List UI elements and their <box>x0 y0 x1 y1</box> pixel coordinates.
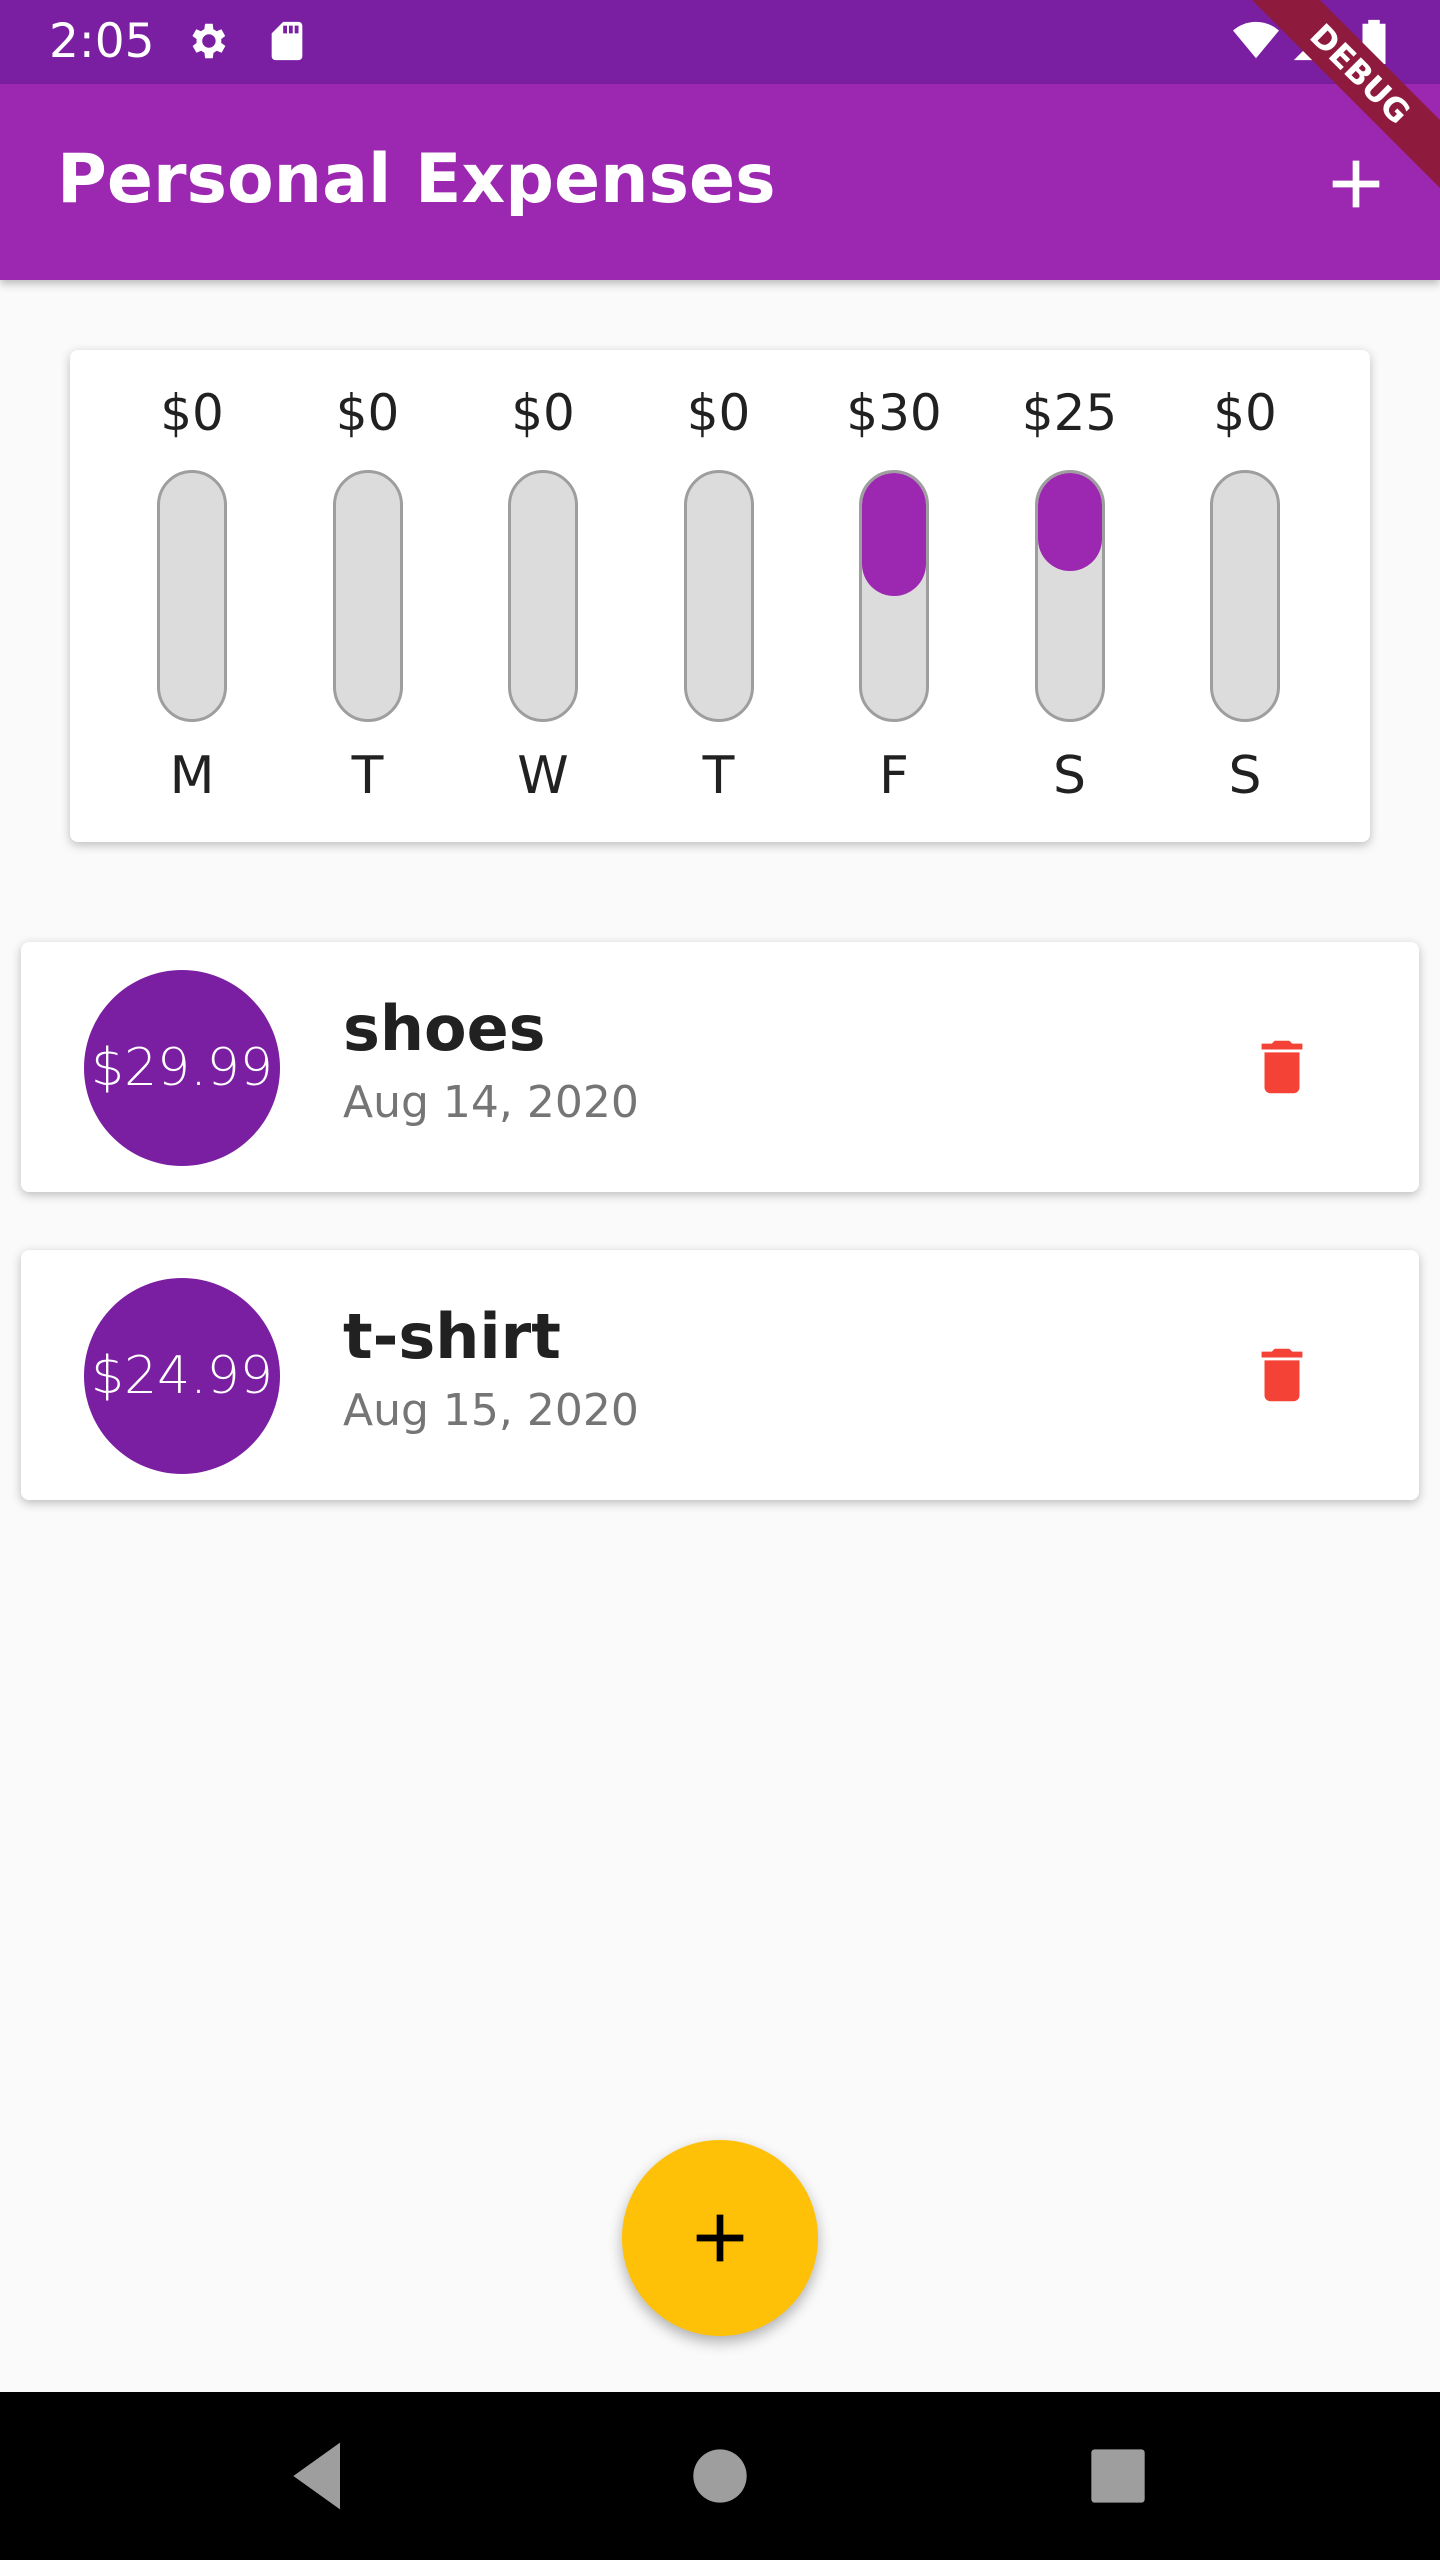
home-icon[interactable] <box>680 2436 760 2516</box>
plus-icon <box>696 2214 744 2262</box>
sd-card-icon <box>271 21 303 61</box>
amount-avatar: $24.99 <box>84 1278 280 1474</box>
bar-day-label: S <box>1052 746 1086 806</box>
bar-amount-label: $0 <box>1213 384 1277 442</box>
bar-amount-label: $0 <box>686 384 751 442</box>
bar-track <box>683 470 754 722</box>
battery-icon <box>1362 19 1386 64</box>
bar-day-label: S <box>1228 746 1262 806</box>
bar-track <box>157 470 227 722</box>
bar-amount-label: $25 <box>1021 384 1118 442</box>
transaction-card: $29.99 shoes Aug 14, 2020 <box>21 942 1419 1192</box>
bar-track <box>332 470 403 722</box>
app-bar: Personal Expenses <box>0 84 1440 280</box>
bar-track <box>1034 470 1105 722</box>
signal-icon <box>1293 21 1333 61</box>
status-bar: 2:05 <box>0 0 1440 84</box>
transaction-title: shoes <box>343 992 546 1065</box>
bar-amount-label: $0 <box>335 384 400 442</box>
status-time: 2:05 <box>49 14 155 69</box>
bar-day-label: M <box>169 746 215 806</box>
back-icon[interactable] <box>280 2436 360 2516</box>
add-transaction-fab[interactable] <box>622 2140 818 2336</box>
trash-icon[interactable] <box>1247 1032 1317 1102</box>
transaction-card: $24.99 t-shirt Aug 15, 2020 <box>21 1250 1419 1500</box>
wifi-icon <box>1233 21 1279 59</box>
bar-day-label: F <box>879 746 909 806</box>
bar-track <box>859 470 929 722</box>
transaction-title: t-shirt <box>343 1300 561 1373</box>
transaction-date: Aug 15, 2020 <box>343 1385 639 1436</box>
bar-amount-label: $30 <box>846 384 942 442</box>
recents-icon[interactable] <box>1078 2436 1158 2516</box>
weekly-chart: $0 M $0 T $0 W $0 T $30 F $25 S $0 S <box>70 350 1370 842</box>
trash-icon[interactable] <box>1247 1340 1317 1410</box>
bar-amount-label: $0 <box>511 384 575 442</box>
bar-track <box>508 470 578 722</box>
bar-amount-label: $0 <box>160 384 224 442</box>
navigation-bar <box>0 2392 1440 2560</box>
bar-day-label: W <box>517 746 569 806</box>
transaction-date: Aug 14, 2020 <box>343 1077 639 1128</box>
bar-day-label: T <box>702 746 735 806</box>
bar-day-label: T <box>351 746 384 806</box>
amount-avatar: $29.99 <box>84 970 280 1166</box>
bar-fill <box>862 473 926 596</box>
bar-fill <box>1037 473 1102 572</box>
gear-icon <box>192 23 226 59</box>
plus-icon[interactable] <box>1316 144 1396 224</box>
page-title: Personal Expenses <box>57 140 776 219</box>
bar-track <box>1210 470 1280 722</box>
